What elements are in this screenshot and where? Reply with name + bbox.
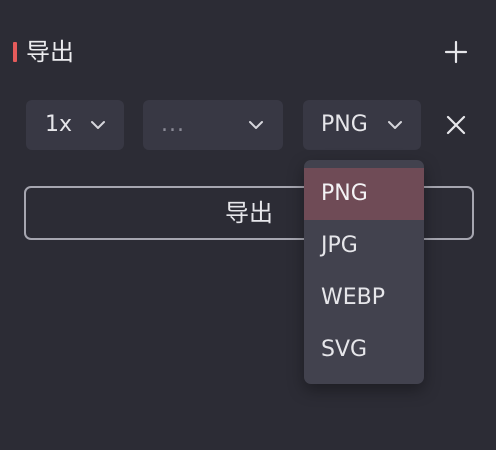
scale-select[interactable]: 1x [26, 100, 124, 150]
format-option-png[interactable]: PNG [304, 168, 424, 220]
chevron-down-icon [249, 121, 263, 129]
format-option-svg[interactable]: SVG [304, 324, 424, 376]
close-icon [446, 115, 466, 135]
accent-bar [13, 42, 17, 62]
format-option-webp[interactable]: WEBP [304, 272, 424, 324]
export-setting-row: 1x ... PNG [0, 100, 496, 150]
panel-title: 导出 [26, 38, 74, 66]
suffix-value: ... [161, 112, 185, 137]
format-value: PNG [321, 112, 368, 137]
panel-header: 导出 [0, 30, 496, 74]
plus-icon [444, 40, 468, 64]
suffix-select[interactable]: ... [143, 100, 283, 150]
add-export-button[interactable] [440, 36, 472, 68]
chevron-down-icon [91, 121, 105, 129]
scale-value: 1x [45, 112, 73, 137]
format-option-jpg[interactable]: JPG [304, 220, 424, 272]
remove-export-button[interactable] [440, 109, 472, 141]
chevron-down-icon [388, 121, 402, 129]
format-dropdown-menu: PNG JPG WEBP SVG [304, 160, 424, 384]
format-select[interactable]: PNG [303, 100, 421, 150]
export-panel: 导出 1x ... PNG 导出 PNG JPG WEBP SVG [0, 0, 496, 450]
